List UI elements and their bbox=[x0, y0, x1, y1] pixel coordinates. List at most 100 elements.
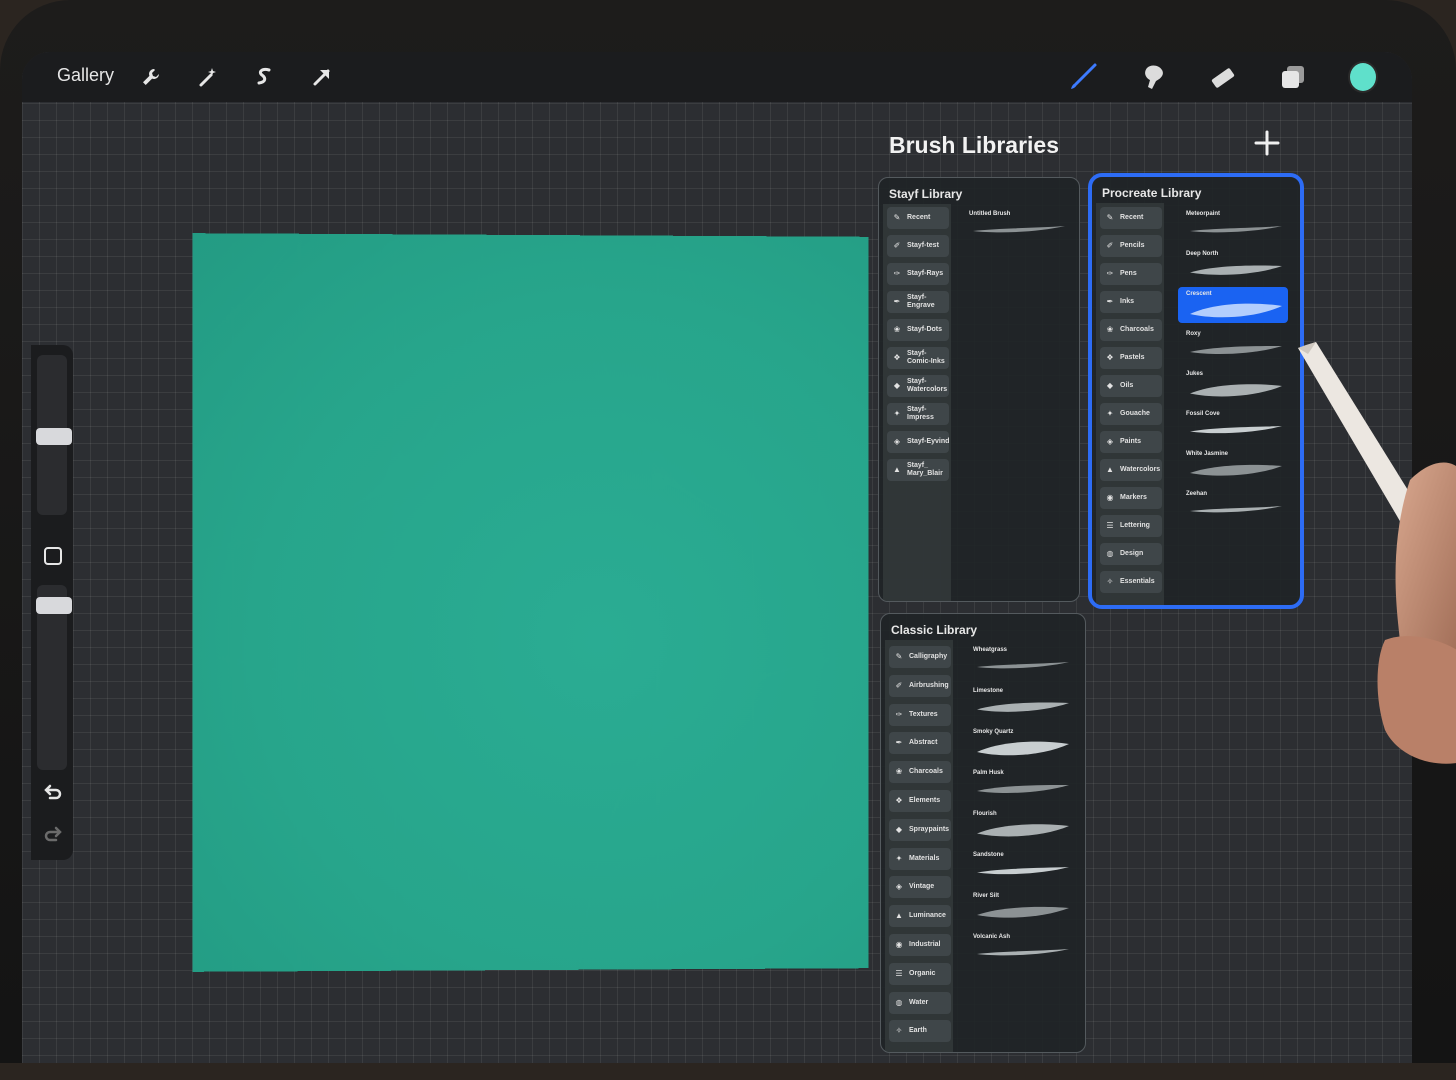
procreate-category-oils[interactable]: ◆ Oils bbox=[1100, 375, 1162, 397]
brush-flourish[interactable]: Flourish bbox=[973, 811, 1073, 845]
procreate-category-lettering[interactable]: ☰ Lettering bbox=[1100, 515, 1162, 537]
markers-category-icon: ◉ bbox=[1106, 493, 1114, 502]
oils-category-icon: ◆ bbox=[1106, 381, 1114, 390]
classic-category-earth[interactable]: ✧ Earth bbox=[889, 1020, 951, 1043]
brush-untitled-brush[interactable]: Untitled Brush bbox=[969, 211, 1069, 245]
brush-white-jasmine[interactable]: White Jasmine bbox=[1186, 451, 1286, 485]
eraser-icon[interactable] bbox=[1208, 62, 1238, 92]
stayf-category-stayf-watercolors[interactable]: ◆ Stayf- Watercolors bbox=[887, 375, 949, 397]
vintage-category-icon: ◈ bbox=[895, 882, 903, 892]
stayf-library-title: Stayf Library bbox=[889, 187, 963, 201]
procreate-category-recent[interactable]: ✎ Recent bbox=[1100, 207, 1162, 229]
brush-river-silt[interactable]: River Silt bbox=[973, 893, 1073, 927]
classic-category-calligraphy[interactable]: ✎ Calligraphy bbox=[889, 646, 951, 668]
category-label: Vintage bbox=[909, 883, 935, 891]
brush-stroke-shape bbox=[977, 785, 1069, 793]
stayf-category-stayf-comic-inks[interactable]: ❖ Stayf- Comic-Inks bbox=[887, 347, 949, 369]
brush-palm-husk[interactable]: Palm Husk bbox=[973, 770, 1073, 804]
stayf-category-stayf-mary-blair[interactable]: ▲ Stayf_ Mary_Blair bbox=[887, 459, 949, 481]
brush-name: Deep North bbox=[1186, 251, 1219, 257]
procreate-category-gouache[interactable]: ✦ Gouache bbox=[1100, 403, 1162, 425]
brush-size-thumb[interactable] bbox=[36, 428, 72, 445]
procreate-category-pens[interactable]: ✑ Pens bbox=[1100, 263, 1162, 285]
stayf-test-category-icon: ✐ bbox=[893, 241, 901, 250]
procreate-category-paints[interactable]: ◈ Paints bbox=[1100, 431, 1162, 453]
procreate-category-markers[interactable]: ◉ Markers bbox=[1100, 487, 1162, 509]
brush-stroke-preview bbox=[977, 702, 1069, 712]
brush-smoky-quartz[interactable]: Smoky Quartz bbox=[973, 729, 1073, 763]
brush-meteorpaint[interactable]: Meteorpaint bbox=[1186, 211, 1286, 245]
brush-wheatgrass[interactable]: Wheatgrass bbox=[973, 647, 1073, 681]
brush-crescent[interactable]: Crescent bbox=[1186, 291, 1286, 325]
classic-category-materials[interactable]: ✦ Materials bbox=[889, 847, 951, 870]
add-library-button[interactable] bbox=[1252, 128, 1282, 158]
classic-category-water[interactable]: ◍ Water bbox=[889, 991, 951, 1014]
smudge-icon[interactable] bbox=[1138, 62, 1168, 92]
category-label: Pencils bbox=[1120, 242, 1145, 249]
brush-deep-north[interactable]: Deep North bbox=[1186, 251, 1286, 285]
category-label: Airbrushing bbox=[909, 681, 949, 689]
classic-category-spraypaints[interactable]: ◆ Spraypaints bbox=[889, 818, 951, 841]
stayf-category-list: ✎ Recent ✐ Stayf-test ✑ Stayf-Rays ✒ Stayf- Eng… bbox=[883, 204, 951, 601]
gallery-button[interactable]: Gallery bbox=[57, 65, 114, 86]
category-label: Gouache bbox=[1120, 410, 1150, 417]
stayf-library-panel: Stayf Library ✎ Recent ✐ Stayf-test ✑ Stayf-R… bbox=[878, 177, 1080, 602]
classic-category-abstract[interactable]: ✒ Abstract bbox=[889, 732, 951, 755]
app-screen: Gallery Brush Libraries Stayf Library ✎ … bbox=[22, 52, 1412, 1063]
classic-category-luminance[interactable]: ▲ Luminance bbox=[889, 905, 951, 928]
procreate-category-essentials[interactable]: ✧ Essentials bbox=[1100, 571, 1162, 593]
earth-category-icon: ✧ bbox=[895, 1026, 903, 1036]
opacity-thumb[interactable] bbox=[36, 597, 72, 614]
brush-fossil-cove[interactable]: Fossil Cove bbox=[1186, 411, 1286, 445]
design-category-icon: ◍ bbox=[1106, 549, 1114, 558]
side-bar bbox=[31, 345, 73, 860]
brush-volcanic-ash[interactable]: Volcanic Ash bbox=[973, 934, 1073, 968]
procreate-category-pastels[interactable]: ❖ Pastels bbox=[1100, 347, 1162, 369]
layers-icon[interactable] bbox=[1278, 62, 1308, 92]
stayf-category-stayf-dots[interactable]: ❀ Stayf-Dots bbox=[887, 319, 949, 341]
procreate-category-inks[interactable]: ✒ Inks bbox=[1100, 291, 1162, 313]
brush-name: Volcanic Ash bbox=[973, 934, 1011, 940]
redo-icon[interactable] bbox=[38, 819, 68, 849]
classic-category-textures[interactable]: ✑ Textures bbox=[889, 703, 951, 726]
stayf-category-stayf-rays[interactable]: ✑ Stayf-Rays bbox=[887, 263, 949, 285]
brush-sandstone[interactable]: Sandstone bbox=[973, 852, 1073, 886]
stayf-category-recent[interactable]: ✎ Recent bbox=[887, 207, 949, 229]
brush-icon[interactable] bbox=[1068, 62, 1098, 92]
undo-icon[interactable] bbox=[38, 777, 68, 807]
brush-limestone[interactable]: Limestone bbox=[973, 688, 1073, 722]
stayf-category-stayf-test[interactable]: ✐ Stayf-test bbox=[887, 235, 949, 257]
procreate-category-design[interactable]: ◍ Design bbox=[1100, 543, 1162, 565]
procreate-category-pencils[interactable]: ✐ Pencils bbox=[1100, 235, 1162, 257]
classic-category-industrial[interactable]: ◉ Industrial bbox=[889, 934, 951, 956]
transform-arrow-icon[interactable] bbox=[307, 62, 337, 92]
brush-roxy[interactable]: Roxy bbox=[1186, 331, 1286, 365]
stayf-category-stayf-engrave[interactable]: ✒ Stayf- Engrave bbox=[887, 291, 949, 313]
brush-stroke-preview bbox=[1190, 226, 1282, 233]
brush-stroke-shape bbox=[1190, 506, 1282, 513]
stayf-category-stayf-impress[interactable]: ✦ Stayf- Impress bbox=[887, 403, 949, 425]
classic-category-charcoals[interactable]: ❀ Charcoals bbox=[889, 761, 951, 784]
category-label: Elements bbox=[909, 797, 941, 804]
charcoals-category-icon: ❀ bbox=[1106, 325, 1114, 334]
wrench-icon[interactable] bbox=[136, 62, 166, 92]
brush-jukes[interactable]: Jukes bbox=[1186, 371, 1286, 405]
brush-zeehan[interactable]: Zeehan bbox=[1186, 491, 1286, 525]
stayf-category-stayf-eyvind[interactable]: ◈ Stayf-Eyvind bbox=[887, 431, 949, 453]
modify-square-icon[interactable] bbox=[38, 541, 68, 571]
recent-category-icon: ✎ bbox=[1106, 213, 1114, 222]
magic-wand-icon[interactable] bbox=[193, 62, 223, 92]
classic-category-vintage[interactable]: ◈ Vintage bbox=[889, 876, 951, 899]
stayf-rays-category-icon: ✑ bbox=[893, 269, 901, 278]
classic-category-airbrushing[interactable]: ✐ Airbrushing bbox=[889, 674, 951, 697]
industrial-category-icon: ◉ bbox=[895, 940, 903, 949]
category-label: Pastels bbox=[1120, 354, 1145, 361]
stayf-watercolors-category-icon: ◆ bbox=[893, 381, 901, 390]
drawing-canvas[interactable] bbox=[192, 233, 869, 972]
selection-icon[interactable] bbox=[249, 62, 279, 92]
color-swatch[interactable] bbox=[1348, 61, 1378, 93]
procreate-category-charcoals[interactable]: ❀ Charcoals bbox=[1100, 319, 1162, 341]
classic-category-elements[interactable]: ❖ Elements bbox=[889, 790, 951, 812]
classic-category-organic[interactable]: ☰ Organic bbox=[889, 962, 951, 985]
procreate-category-watercolors[interactable]: ▲ Watercolors bbox=[1100, 459, 1162, 481]
